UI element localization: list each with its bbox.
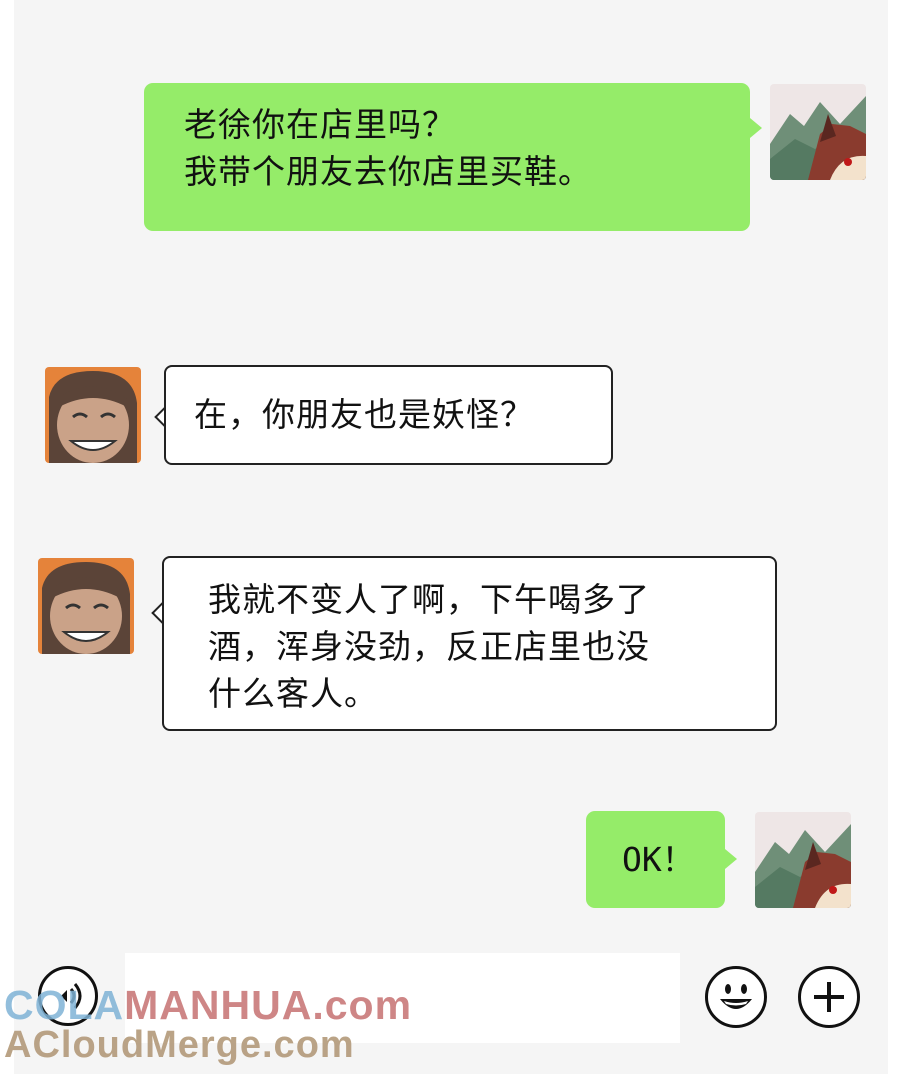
message-bubble-self[interactable]: 老徐你在店里吗？ 我带个朋友去你店里买鞋。 xyxy=(144,83,750,231)
smiling-man-avatar-icon[interactable] xyxy=(38,558,134,654)
message-text: 我就不变人了啊，下午喝多了 xyxy=(208,580,650,619)
watermark-part: COLA xyxy=(4,982,125,1028)
bubble-tail xyxy=(750,118,762,138)
smiling-man-avatar-icon[interactable] xyxy=(45,367,141,463)
plus-icon[interactable] xyxy=(798,966,860,1028)
message-text: 老徐你在店里吗？ xyxy=(184,105,456,144)
message-bubble-other[interactable]: 我就不变人了啊，下午喝多了 酒，浑身没劲，反正店里也没 什么客人。 xyxy=(162,556,777,731)
bubble-tail xyxy=(725,849,737,869)
watermark-colamanhua: COLAMANHUA.com xyxy=(4,982,412,1029)
message-text: 什么客人。 xyxy=(208,674,378,713)
landscape-character-avatar-icon[interactable] xyxy=(755,812,851,908)
message-bubble-other[interactable]: 在，你朋友也是妖怪？ xyxy=(164,365,613,465)
message-text: 酒，浑身没劲，反正店里也没 xyxy=(208,627,650,666)
landscape-character-avatar-icon[interactable] xyxy=(770,84,866,180)
message-text: 我带个朋友去你店里买鞋。 xyxy=(184,152,592,191)
message-text: OK！ xyxy=(622,840,695,879)
watermark-part: MANHUA.com xyxy=(124,982,413,1028)
watermark-acloudmerge: ACloudMerge.com xyxy=(4,1024,355,1066)
message-bubble-self[interactable]: OK！ xyxy=(586,811,725,908)
message-text: 在，你朋友也是妖怪？ xyxy=(194,395,534,434)
emoji-icon[interactable] xyxy=(705,966,767,1028)
